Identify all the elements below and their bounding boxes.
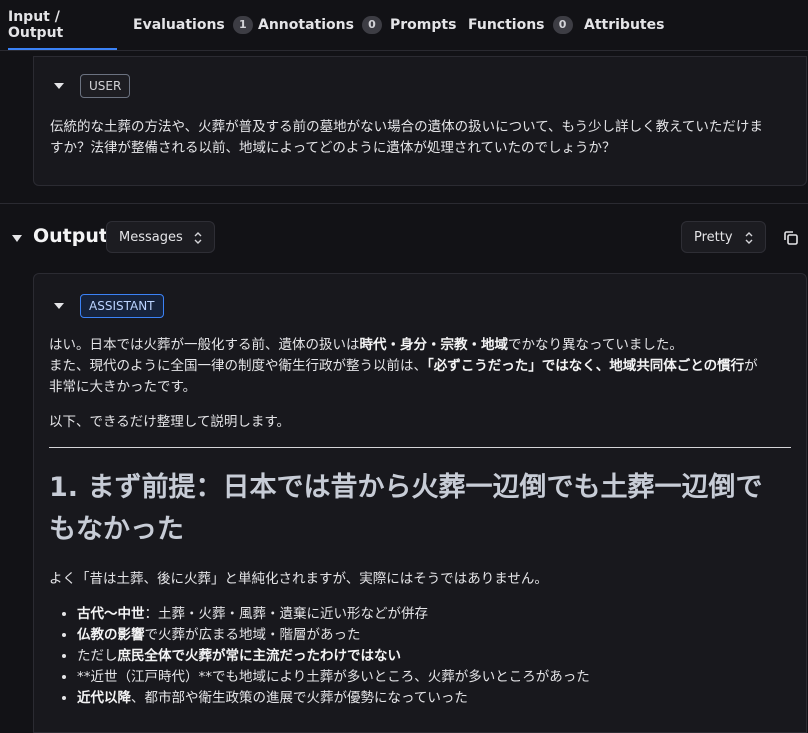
list-item: **近世（江戸時代）**でも地域により土葬が多いところ、火葬が多いところがあった	[77, 667, 799, 688]
text-span: ：土葬・火葬・風葬・遺棄に近い形などが併存	[144, 606, 429, 622]
bold-text: 庶民全体で火葬が常に主流だったわけではない	[117, 648, 402, 664]
section-divider	[0, 203, 808, 204]
text-span: ただし	[77, 648, 118, 664]
count-badge: 0	[361, 16, 382, 34]
tab-label: Annotations	[258, 17, 354, 33]
bold-text: 古代〜中世	[77, 606, 145, 622]
list-item: 古代〜中世：土葬・火葬・風葬・遺棄に近い形などが併存	[77, 604, 799, 625]
tab-functions[interactable]: Functions 0	[468, 0, 573, 50]
up-down-chevron-icon	[194, 232, 202, 244]
assistant-paragraph-3: 以下、できるだけ整理して説明します。	[49, 414, 290, 430]
list-item: 仏教の影響で火葬が広まる地域・階層があった	[77, 625, 799, 646]
text-span: 、都市部や衛生政策の進展で火葬が優勢になっていった	[131, 690, 468, 706]
assistant-paragraph-1: はい。日本では火葬が一般化する前、遺体の扱いは時代・身分・宗教・地域でかなり異な…	[49, 335, 799, 356]
text-span: また、現代のように全国一律の制度や衛生行政が整う以前は、	[49, 358, 427, 374]
render-select[interactable]: Pretty	[681, 221, 766, 253]
heading-line: もなかった	[49, 514, 184, 545]
tab-attributes[interactable]: Attributes	[584, 0, 664, 50]
user-message-card: USER 伝統的な土葬の方法や、火葬が普及する前の墓地がない場合の遺体の扱いにつ…	[33, 56, 807, 186]
collapse-caret-icon[interactable]	[54, 303, 64, 309]
user-message-line: すか？法律が整備される以前、地域によってどのように遺体が処理されていたのでしょう…	[50, 140, 616, 156]
user-role-tag: USER	[80, 74, 131, 98]
count-badge: 0	[552, 16, 573, 34]
tab-evaluations[interactable]: Evaluations 1	[133, 0, 253, 50]
text-span: が	[744, 358, 758, 374]
bullet-list: 古代〜中世：土葬・火葬・風葬・遺棄に近い形などが併存 仏教の影響で火葬が広まる地…	[49, 604, 799, 709]
format-select[interactable]: Messages	[106, 221, 215, 253]
text-span: はい。日本では火葬が一般化する前、遺体の扱いは	[49, 337, 360, 353]
assistant-paragraph-4: よく「昔は土葬、後に火葬」と単純化されますが、実際にはそうではありません。	[49, 571, 548, 587]
tab-prompts[interactable]: Prompts	[390, 0, 456, 50]
tab-input-output[interactable]: Input / Output	[8, 0, 117, 50]
text-span: でかなり異なっていました。	[508, 337, 683, 353]
tab-annotations[interactable]: Annotations 0	[258, 0, 382, 50]
assistant-paragraph-2: また、現代のように全国一律の制度や衛生行政が整う以前は、「必ずこうだった」ではな…	[49, 356, 799, 398]
user-message-line: 伝統的な土葬の方法や、火葬が普及する前の墓地がない場合の遺体の扱いについて、もう…	[50, 119, 763, 135]
output-collapse-caret-icon[interactable]	[12, 235, 22, 242]
list-item: 近代以降、都市部や衛生政策の進展で火葬が優勢になっていった	[77, 688, 799, 709]
bold-text: 仏教の影響	[77, 627, 145, 643]
user-role-row: USER	[54, 74, 131, 98]
text-span: 非常に大きかったです。	[49, 379, 197, 395]
output-title: Output	[33, 225, 108, 247]
copy-icon[interactable]	[782, 229, 800, 247]
bold-text: 時代・身分・宗教・地域	[359, 337, 509, 353]
up-down-chevron-icon	[745, 232, 753, 244]
collapse-caret-icon[interactable]	[54, 83, 64, 89]
tab-bar: Input / Output Evaluations 1 Annotations…	[0, 0, 808, 51]
tab-label: Functions	[468, 17, 545, 33]
bold-text: 「必ずこうだった」ではなく、地域共同体ごとの慣行	[427, 358, 745, 374]
heading-line: 1. まず前提：日本では昔から火葬一辺倒でも土葬一辺倒で	[49, 472, 763, 503]
user-message-text: 伝統的な土葬の方法や、火葬が普及する前の墓地がない場合の遺体の扱いについて、もう…	[50, 117, 808, 159]
section-heading: 1. まず前提：日本では昔から火葬一辺倒でも土葬一辺倒で もなかった	[49, 467, 799, 551]
tab-label: Prompts	[390, 17, 457, 33]
assistant-role-tag: ASSISTANT	[80, 294, 164, 318]
assistant-role-row: ASSISTANT	[54, 294, 164, 318]
list-item: ただし庶民全体で火葬が常に主流だったわけではない	[77, 646, 799, 667]
format-select-value: Messages	[119, 229, 183, 245]
tab-label: Input / Output	[8, 9, 64, 41]
tab-label: Evaluations	[133, 17, 225, 33]
bold-text: 近代以降	[77, 690, 131, 706]
text-span: で火葬が広まる地域・階層があった	[144, 627, 361, 643]
render-select-value: Pretty	[694, 229, 733, 245]
horizontal-rule	[49, 447, 791, 448]
text-span: **近世（江戸時代）**でも地域により土葬が多いところ、火葬が多いところがあった	[77, 669, 590, 685]
tab-label: Attributes	[584, 17, 665, 33]
count-badge: 1	[232, 16, 253, 34]
